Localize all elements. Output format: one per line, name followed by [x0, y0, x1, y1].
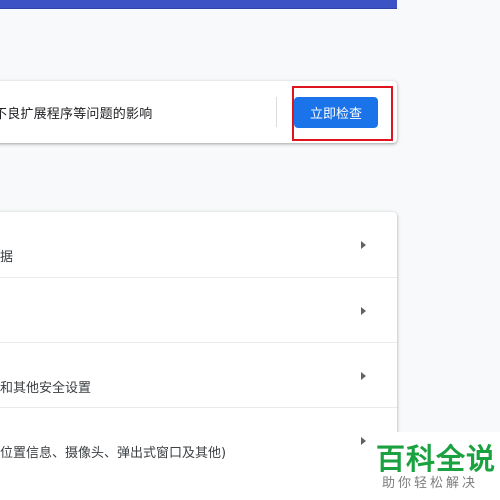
arrow-right-icon — [361, 241, 366, 249]
arrow-right-icon — [361, 307, 366, 315]
row-label: 位置信息、摄像头、弹出式窗口及其他) — [0, 446, 227, 461]
divider — [276, 97, 277, 127]
watermark-logo: 百科全说 助你轻松解决 — [366, 432, 500, 500]
safety-check-description: 不良扩展程序等问题的影响 — [0, 107, 153, 122]
arrow-right-icon — [361, 372, 366, 380]
privacy-security-card: 据 和其他安全设置 位置信息、摄像头、弹出式窗口及其他) — [0, 212, 397, 500]
privacy-row-site-settings[interactable]: 位置信息、摄像头、弹出式窗口及其他) — [0, 407, 397, 473]
privacy-row-2[interactable] — [0, 277, 397, 343]
top-header-bar — [0, 0, 397, 9]
row-label: 据 — [0, 250, 14, 265]
privacy-row-clear-data[interactable]: 据 — [0, 212, 397, 277]
watermark-subtitle: 助你轻松解决 — [382, 476, 479, 491]
row-label: 和其他安全设置 — [0, 381, 92, 396]
annotation-highlight-box — [292, 86, 393, 141]
privacy-row-security[interactable]: 和其他安全设置 — [0, 342, 397, 408]
